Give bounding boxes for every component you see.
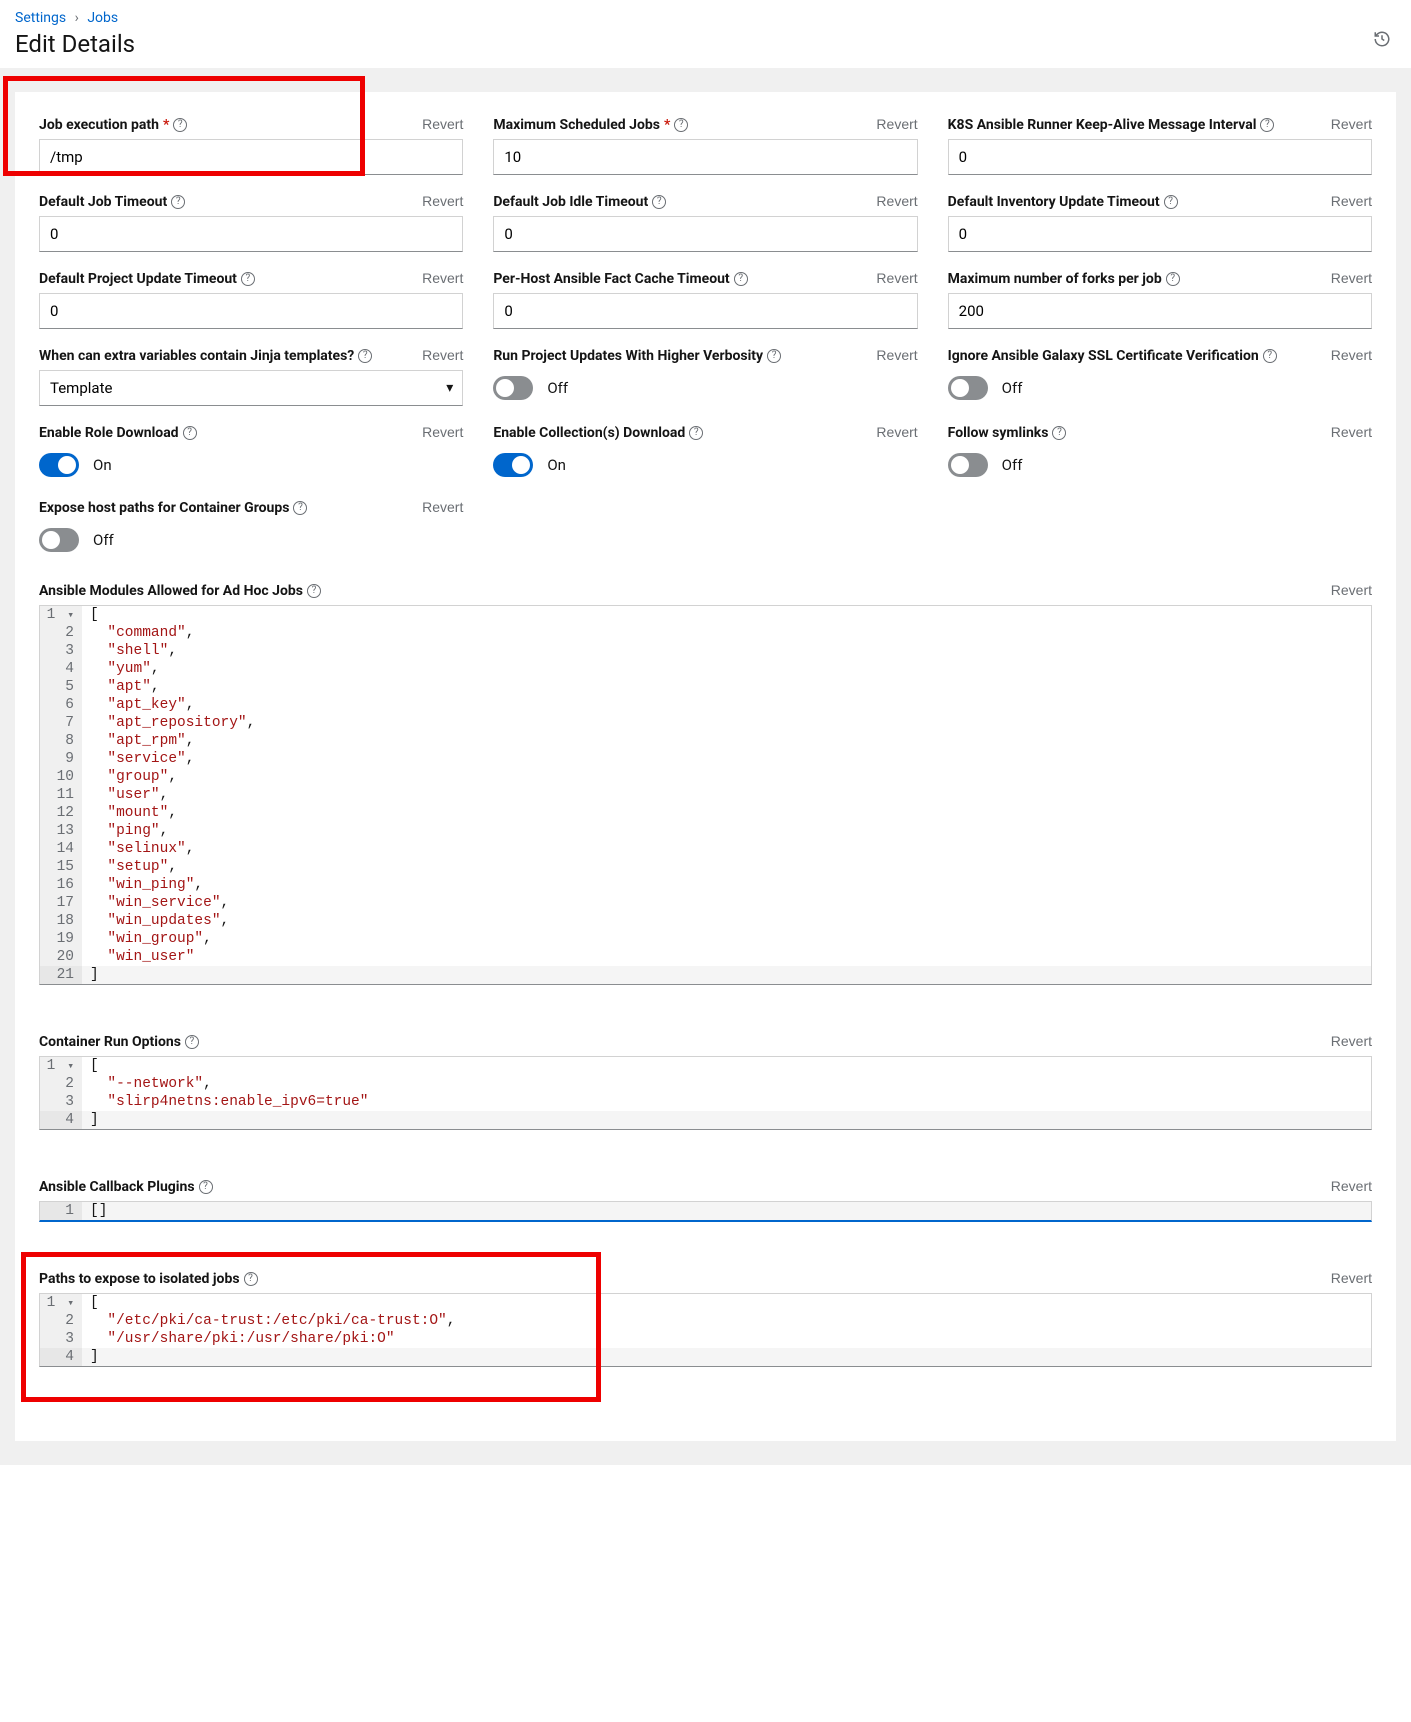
help-icon[interactable]: ? bbox=[244, 1272, 258, 1286]
help-icon[interactable]: ? bbox=[1052, 426, 1066, 440]
enable-coll-toggle[interactable] bbox=[493, 453, 533, 477]
revert-button[interactable]: Revert bbox=[876, 270, 917, 286]
label-run-proj-verb: Run Project Updates With Higher Verbosit… bbox=[493, 348, 781, 364]
help-icon[interactable]: ? bbox=[689, 426, 703, 440]
revert-button[interactable]: Revert bbox=[1331, 1270, 1372, 1286]
help-icon[interactable]: ? bbox=[358, 349, 372, 363]
label-k8s-keepalive: K8S Ansible Runner Keep-Alive Message In… bbox=[948, 117, 1275, 133]
revert-button[interactable]: Revert bbox=[1331, 424, 1372, 440]
help-icon[interactable]: ? bbox=[674, 118, 688, 132]
help-icon[interactable]: ? bbox=[185, 1035, 199, 1049]
revert-button[interactable]: Revert bbox=[876, 347, 917, 363]
expose-host-toggle[interactable] bbox=[39, 528, 79, 552]
revert-button[interactable]: Revert bbox=[1331, 116, 1372, 132]
help-icon[interactable]: ? bbox=[307, 584, 321, 598]
def-idle-input[interactable] bbox=[493, 216, 917, 252]
callback-plugins-editor[interactable]: 1 [] bbox=[39, 1201, 1372, 1222]
revert-button[interactable]: Revert bbox=[876, 116, 917, 132]
breadcrumb-settings[interactable]: Settings bbox=[15, 10, 66, 26]
revert-button[interactable]: Revert bbox=[422, 424, 463, 440]
container-run-editor[interactable]: 1 ▾[2 "--network",3 "slirp4netns:enable_… bbox=[39, 1056, 1372, 1130]
revert-button[interactable]: Revert bbox=[1331, 270, 1372, 286]
label-container-run: Container Run Options ? bbox=[39, 1034, 199, 1050]
breadcrumb-jobs[interactable]: Jobs bbox=[87, 10, 118, 26]
adhoc-modules-editor[interactable]: 1 ▾[2 "command",3 "shell",4 "yum",5 "apt… bbox=[39, 605, 1372, 985]
revert-button[interactable]: Revert bbox=[1331, 1178, 1372, 1194]
toggle-label: Off bbox=[93, 531, 114, 549]
k8s-keepalive-input[interactable] bbox=[948, 139, 1372, 175]
follow-sym-toggle[interactable] bbox=[948, 453, 988, 477]
label-enable-role: Enable Role Download ? bbox=[39, 425, 197, 441]
label-expose-host: Expose host paths for Container Groups ? bbox=[39, 500, 307, 516]
label-adhoc-modules: Ansible Modules Allowed for Ad Hoc Jobs … bbox=[39, 583, 321, 599]
enable-role-toggle[interactable] bbox=[39, 453, 79, 477]
help-icon[interactable]: ? bbox=[1260, 118, 1274, 132]
revert-button[interactable]: Revert bbox=[422, 347, 463, 363]
toggle-label: Off bbox=[547, 379, 568, 397]
revert-button[interactable]: Revert bbox=[1331, 1033, 1372, 1049]
help-icon[interactable]: ? bbox=[1166, 272, 1180, 286]
toggle-label: Off bbox=[1002, 379, 1023, 397]
def-proj-update-input[interactable] bbox=[39, 293, 463, 329]
isolated-paths-editor[interactable]: 1 ▾[2 "/etc/pki/ca-trust:/etc/pki/ca-tru… bbox=[39, 1293, 1372, 1367]
help-icon[interactable]: ? bbox=[652, 195, 666, 209]
help-icon[interactable]: ? bbox=[241, 272, 255, 286]
revert-button[interactable]: Revert bbox=[422, 270, 463, 286]
help-icon[interactable]: ? bbox=[293, 501, 307, 515]
label-def-idle: Default Job Idle Timeout ? bbox=[493, 194, 666, 210]
def-inv-update-input[interactable] bbox=[948, 216, 1372, 252]
label-job-exec-path: Job execution path * ? bbox=[39, 117, 187, 133]
revert-button[interactable]: Revert bbox=[422, 499, 463, 515]
revert-button[interactable]: Revert bbox=[1331, 193, 1372, 209]
toggle-label: Off bbox=[1002, 456, 1023, 474]
label-follow-sym: Follow symlinks ? bbox=[948, 425, 1067, 441]
jinja-select[interactable] bbox=[39, 370, 463, 406]
help-icon[interactable]: ? bbox=[183, 426, 197, 440]
revert-button[interactable]: Revert bbox=[876, 424, 917, 440]
revert-button[interactable]: Revert bbox=[1331, 347, 1372, 363]
label-jinja: When can extra variables contain Jinja t… bbox=[39, 348, 372, 364]
max-forks-input[interactable] bbox=[948, 293, 1372, 329]
label-enable-coll: Enable Collection(s) Download ? bbox=[493, 425, 703, 441]
page-title: Edit Details bbox=[15, 30, 1396, 58]
label-per-host-cache: Per-Host Ansible Fact Cache Timeout ? bbox=[493, 271, 747, 287]
revert-button[interactable]: Revert bbox=[876, 193, 917, 209]
label-ignore-galaxy: Ignore Ansible Galaxy SSL Certificate Ve… bbox=[948, 348, 1277, 364]
run-proj-verb-toggle[interactable] bbox=[493, 376, 533, 400]
label-def-inv-update: Default Inventory Update Timeout ? bbox=[948, 194, 1178, 210]
label-max-scheduled: Maximum Scheduled Jobs * ? bbox=[493, 117, 688, 133]
def-job-timeout-input[interactable] bbox=[39, 216, 463, 252]
toggle-label: On bbox=[547, 456, 566, 474]
help-icon[interactable]: ? bbox=[767, 349, 781, 363]
chevron-right-icon: › bbox=[75, 10, 79, 26]
label-max-forks: Maximum number of forks per job ? bbox=[948, 271, 1180, 287]
toggle-label: On bbox=[93, 456, 112, 474]
help-icon[interactable]: ? bbox=[734, 272, 748, 286]
history-icon[interactable] bbox=[1373, 30, 1391, 48]
ignore-galaxy-toggle[interactable] bbox=[948, 376, 988, 400]
help-icon[interactable]: ? bbox=[1164, 195, 1178, 209]
breadcrumb: Settings › Jobs bbox=[15, 10, 1396, 26]
revert-button[interactable]: Revert bbox=[1331, 582, 1372, 598]
max-scheduled-input[interactable] bbox=[493, 139, 917, 175]
label-def-proj-update: Default Project Update Timeout ? bbox=[39, 271, 255, 287]
revert-button[interactable]: Revert bbox=[422, 116, 463, 132]
per-host-cache-input[interactable] bbox=[493, 293, 917, 329]
help-icon[interactable]: ? bbox=[173, 118, 187, 132]
help-icon[interactable]: ? bbox=[171, 195, 185, 209]
label-callback-plugins: Ansible Callback Plugins ? bbox=[39, 1179, 213, 1195]
label-def-job-timeout: Default Job Timeout ? bbox=[39, 194, 185, 210]
job-exec-path-input[interactable] bbox=[39, 139, 463, 175]
label-isolated-paths: Paths to expose to isolated jobs ? bbox=[39, 1271, 258, 1287]
help-icon[interactable]: ? bbox=[1263, 349, 1277, 363]
revert-button[interactable]: Revert bbox=[422, 193, 463, 209]
help-icon[interactable]: ? bbox=[199, 1180, 213, 1194]
